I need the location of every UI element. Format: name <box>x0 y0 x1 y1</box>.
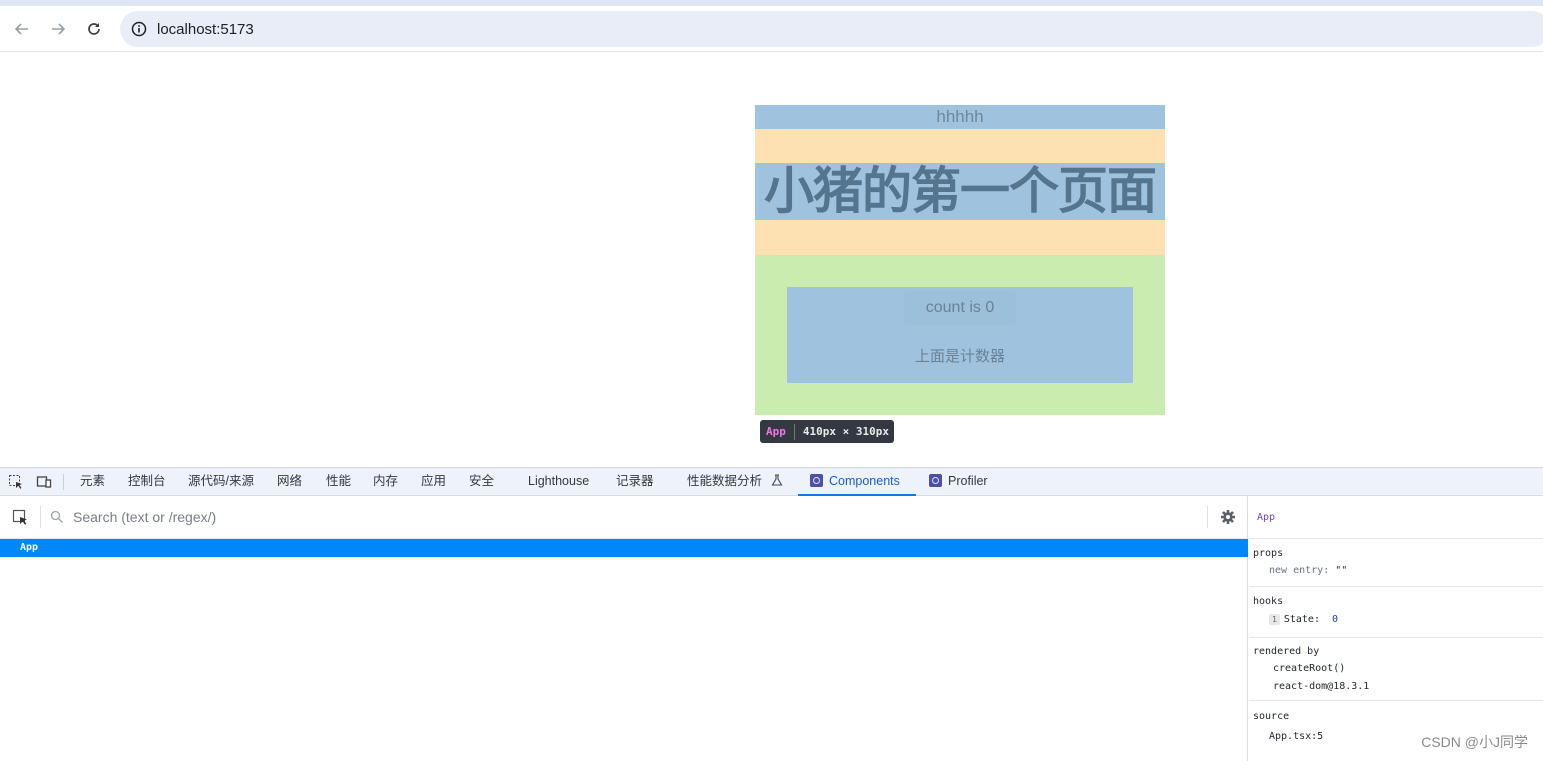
tab-performance[interactable]: 性能 <box>326 468 351 496</box>
devtools-panel: 元素 控制台 源代码/来源 网络 性能 内存 应用 安全 Lighthouse … <box>0 467 1543 760</box>
csdn-watermark: CSDN @小J同学 <box>1421 732 1528 752</box>
search-icon <box>50 510 64 524</box>
count-button[interactable]: count is 0 <box>904 291 1016 325</box>
tab-lighthouse[interactable]: Lighthouse <box>528 468 589 496</box>
card: count is 0 上面是计数器 <box>787 287 1133 383</box>
reload-button[interactable] <box>83 18 105 40</box>
tooltip-component-name: App <box>760 424 795 440</box>
device-icon <box>36 474 52 490</box>
app-header: hhhhh <box>755 105 1165 129</box>
address-bar[interactable]: localhost:5173 <box>120 11 1543 47</box>
rendered-by-title: rendered by <box>1253 646 1319 657</box>
tab-performance-insights-label: 性能数据分析 <box>687 474 762 488</box>
flask-icon <box>771 474 783 486</box>
browser-toolbar: localhost:5173 <box>0 6 1543 52</box>
tab-elements[interactable]: 元素 <box>80 468 105 496</box>
tabbar-separator <box>63 474 64 490</box>
search-input[interactable] <box>73 506 1193 528</box>
hooks-title: hooks <box>1253 596 1283 607</box>
back-button[interactable] <box>11 18 33 40</box>
arrow-right-icon <box>50 21 66 37</box>
tab-memory[interactable]: 内存 <box>373 468 398 496</box>
tree-row-app[interactable]: App <box>0 539 1248 557</box>
props-section: props new entry: "" <box>1249 539 1543 587</box>
hook-index-badge: 1 <box>1269 614 1280 625</box>
tree-search-row <box>0 496 1248 539</box>
card-padding-area: count is 0 上面是计数器 <box>755 255 1165 415</box>
gear-icon <box>1220 509 1236 525</box>
tooltip-dimensions: 410px × 310px <box>795 425 894 438</box>
inspector-tooltip: App 410px × 310px <box>760 420 894 443</box>
rendered-by-item[interactable]: createRoot() <box>1273 663 1345 674</box>
tab-sources[interactable]: 源代码/来源 <box>188 468 254 496</box>
hooks-section: hooks 1State: 0 <box>1249 587 1543 638</box>
hook-value[interactable]: 0 <box>1332 614 1338 625</box>
tab-application[interactable]: 应用 <box>421 468 446 496</box>
reload-icon <box>86 21 102 37</box>
prop-row[interactable]: new entry: "" <box>1269 565 1347 576</box>
details-header: App <box>1249 496 1543 539</box>
page-title: 小猪的第一个页面 <box>755 163 1165 220</box>
hook-row[interactable]: 1State: 0 <box>1269 614 1338 625</box>
prop-key: new entry <box>1269 565 1323 576</box>
rendered-by-section: rendered by createRoot() react-dom@18.3.… <box>1249 638 1543 701</box>
tab-performance-insights[interactable]: 性能数据分析 <box>687 468 783 496</box>
select-element-icon <box>12 509 29 526</box>
tab-security[interactable]: 安全 <box>469 468 494 496</box>
props-title: props <box>1253 548 1283 559</box>
prop-value[interactable]: "" <box>1335 565 1347 576</box>
search-separator <box>40 506 41 528</box>
tab-components[interactable]: Components <box>798 468 916 496</box>
address-url[interactable]: localhost:5173 <box>157 21 254 38</box>
react-icon <box>929 474 942 487</box>
source-section: source App.tsx:5 <box>1249 701 1543 761</box>
hook-key: State <box>1284 614 1314 625</box>
devtools-tabbar: 元素 控制台 源代码/来源 网络 性能 内存 应用 安全 Lighthouse … <box>0 468 1543 496</box>
tab-profiler[interactable]: Profiler <box>929 468 988 496</box>
selected-component-name: App <box>1257 512 1275 523</box>
select-element-button[interactable] <box>12 509 29 526</box>
settings-button[interactable] <box>1220 509 1236 525</box>
inspect-cursor-icon <box>8 474 24 490</box>
app-root: hhhhh 小猪的第一个页面 count is 0 上面是计数器 <box>755 105 1165 415</box>
title-margin-bottom <box>755 220 1165 255</box>
source-link[interactable]: App.tsx:5 <box>1269 731 1323 742</box>
tab-network[interactable]: 网络 <box>277 468 302 496</box>
component-details-panel: App props new entry: "" hooks 1State: 0 … <box>1249 496 1543 761</box>
page-viewport: hhhhh 小猪的第一个页面 count is 0 上面是计数器 App 410… <box>0 53 1543 467</box>
forward-button[interactable] <box>47 18 69 40</box>
tab-profiler-label: Profiler <box>948 474 988 488</box>
title-margin-top <box>755 129 1165 163</box>
rendered-by-item[interactable]: react-dom@18.3.1 <box>1273 681 1369 692</box>
arrow-left-icon <box>14 21 30 37</box>
site-info-icon[interactable] <box>130 20 148 38</box>
tab-console[interactable]: 控制台 <box>128 468 166 496</box>
component-tree-panel: App <box>0 496 1248 761</box>
inspect-element-button[interactable] <box>7 473 25 491</box>
source-title: source <box>1253 711 1289 722</box>
react-icon <box>810 474 823 487</box>
tab-recorder[interactable]: 记录器 <box>616 468 654 496</box>
tab-components-label: Components <box>829 474 900 488</box>
search-separator-right <box>1207 506 1208 528</box>
card-caption: 上面是计数器 <box>787 345 1133 366</box>
device-toolbar-button[interactable] <box>35 473 53 491</box>
